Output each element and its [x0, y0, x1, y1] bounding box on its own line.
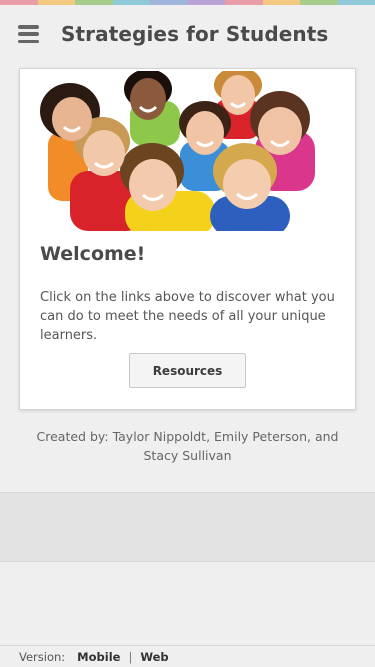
- site-title: Strategies for Students: [61, 22, 329, 46]
- welcome-body-text: Click on the links above to discover wha…: [40, 290, 335, 343]
- mobile-version-link[interactable]: Mobile: [77, 650, 120, 664]
- rainbow-segment: [262, 0, 300, 5]
- rainbow-segment: [0, 0, 38, 5]
- resources-button[interactable]: Resources: [129, 353, 246, 388]
- welcome-card: Welcome! Click on the links above to dis…: [19, 68, 356, 410]
- rainbow-segment: [37, 0, 75, 5]
- site-header: Strategies for Students: [0, 5, 375, 63]
- rainbow-segment: [75, 0, 113, 5]
- welcome-heading: Welcome!: [40, 243, 146, 265]
- web-version-link[interactable]: Web: [140, 650, 168, 664]
- version-separator: |: [128, 649, 133, 664]
- credits-text: Created by: Taylor Nippoldt, Emily Peter…: [36, 429, 339, 463]
- version-bar: Version: Mobile | Web: [0, 645, 375, 667]
- rainbow-segment: [150, 0, 188, 5]
- rainbow-segment: [337, 0, 375, 5]
- rainbow-segment: [225, 0, 263, 5]
- rainbow-segment: [112, 0, 150, 5]
- group-of-children-photo: [40, 71, 336, 231]
- rainbow-top-bar: [0, 0, 375, 5]
- rainbow-segment: [300, 0, 338, 5]
- hamburger-menu-icon[interactable]: [18, 25, 39, 43]
- version-label: Version:: [19, 649, 66, 664]
- footer-band: [0, 492, 375, 562]
- rainbow-segment: [187, 0, 225, 5]
